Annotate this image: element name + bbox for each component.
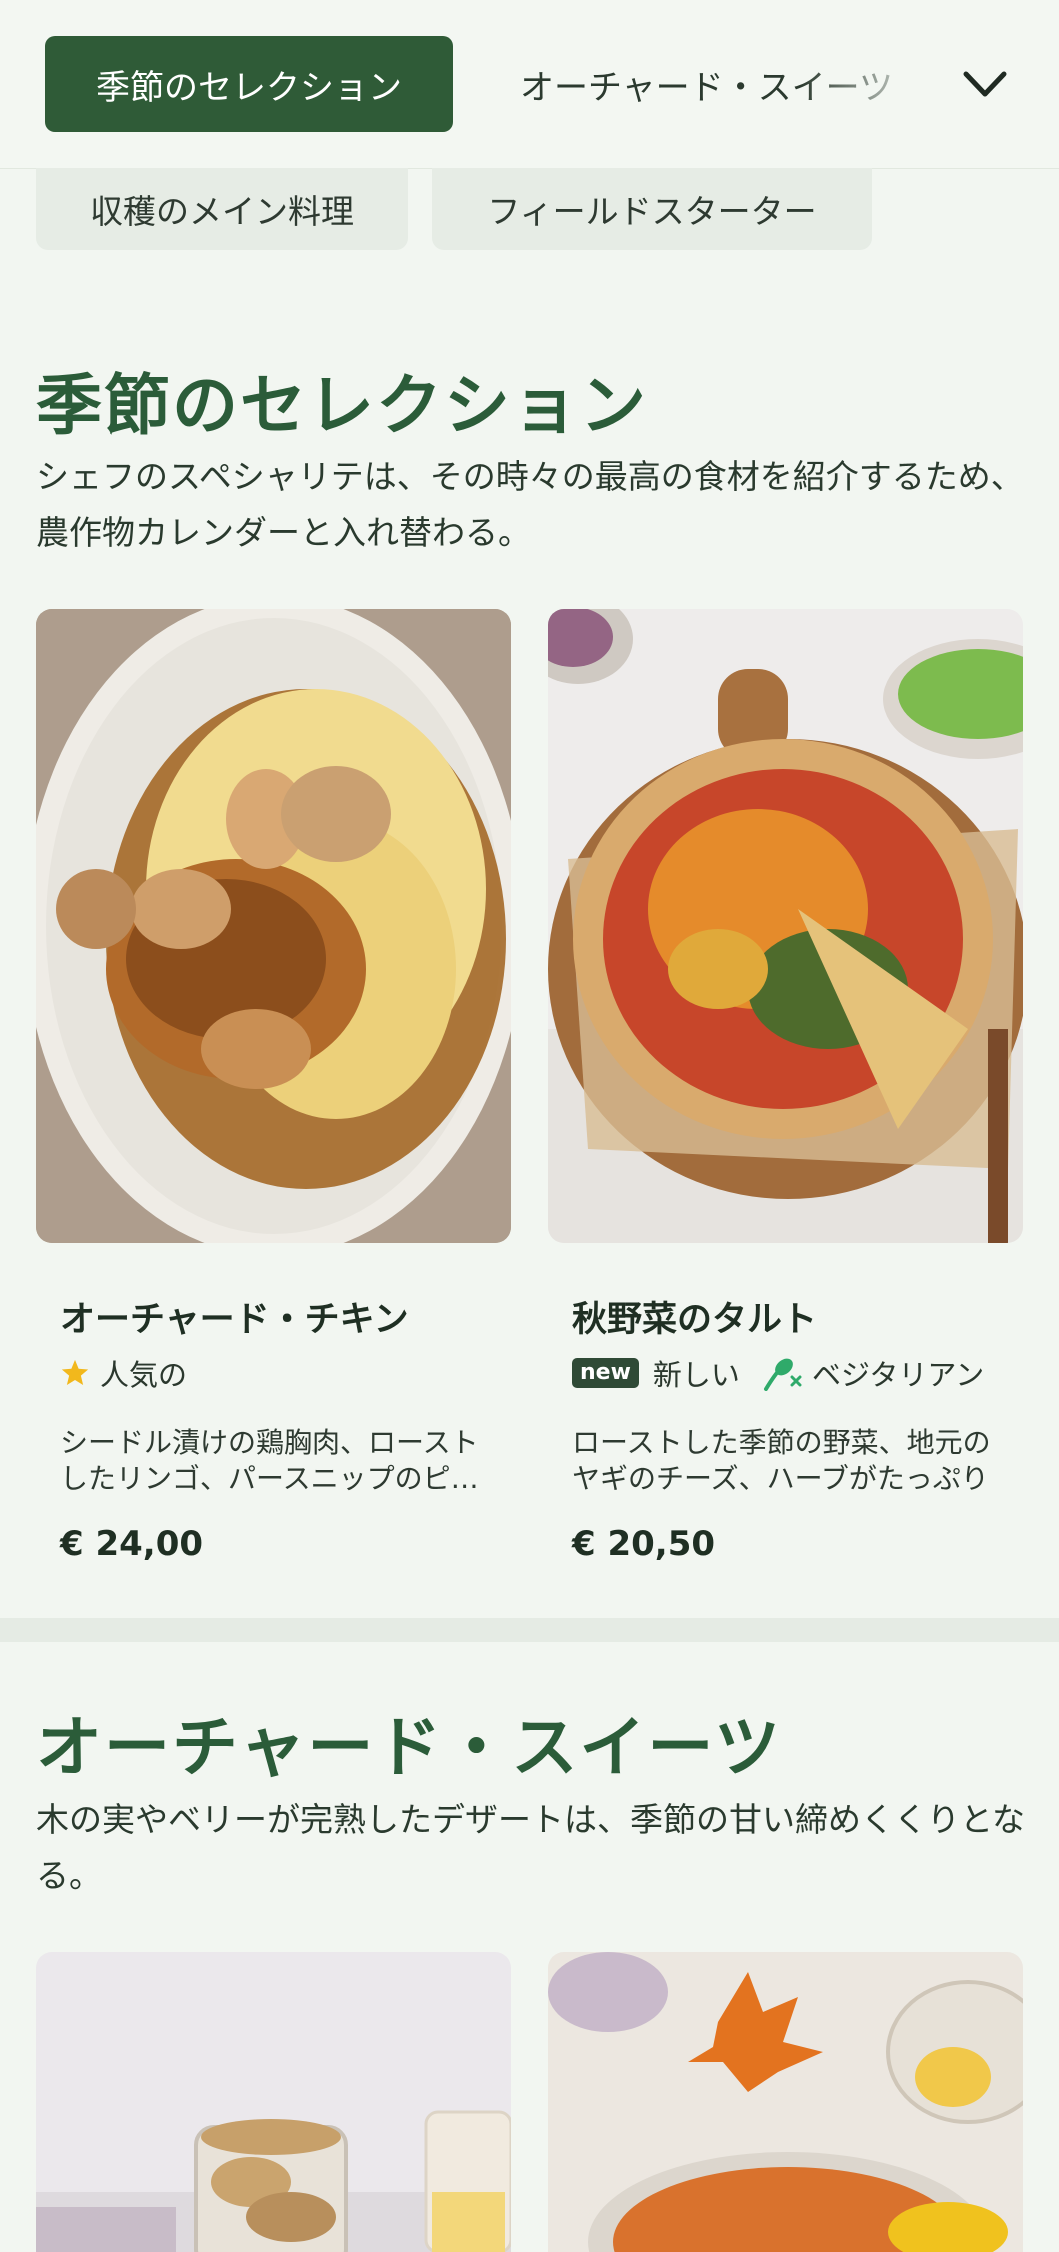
new-badge: new: [572, 1358, 639, 1388]
dish-image-autumn-tart[interactable]: [548, 609, 1023, 1243]
dish-image-orchard-chicken[interactable]: [36, 609, 511, 1243]
dish-image[interactable]: [36, 1952, 511, 2252]
tag-vegetarian: ベジタリアン: [762, 1352, 984, 1394]
tag-new: new 新しい: [572, 1352, 740, 1394]
chevron-down-icon[interactable]: [960, 62, 1010, 106]
section-title: オーチャード・スイーツ: [36, 1709, 783, 1786]
dish-name[interactable]: 秋野菜のタルト: [572, 1291, 817, 1342]
tag-label: ベジタリアン: [811, 1358, 985, 1392]
dish-description: シードル漬けの鶏胸肉、ローストしたリンゴ、パースニップのピュレ: [60, 1426, 479, 1495]
dish-tags: 人気の: [60, 1352, 209, 1394]
tag-label: 人気の: [100, 1358, 188, 1392]
category-chip[interactable]: フィールドスターター: [432, 168, 872, 250]
section-title: 季節のセレクション: [36, 367, 648, 444]
dish-tags: new 新しい ベジタリアン: [572, 1352, 1006, 1394]
tag-popular: 人気の: [60, 1352, 187, 1394]
dish-description: ローストした季節の野菜、地元のヤギのチーズ、ハーブがたっぷり: [572, 1426, 991, 1495]
section-description: シェフのスペシャリテは、その時々の最高の食材を紹介するため、農作物カレンダーと入…: [36, 457, 1024, 552]
category-tab-next[interactable]: オーチャード・スイーツ: [520, 36, 920, 132]
category-bar: 季節のセレクション オーチャード・スイーツ: [0, 0, 1059, 169]
dish-name[interactable]: オーチャード・チキン: [60, 1291, 409, 1342]
section-divider: [0, 1618, 1059, 1642]
category-tab-active[interactable]: 季節のセレクション: [45, 36, 453, 132]
dish-image[interactable]: [548, 1952, 1023, 2252]
category-chip[interactable]: 収穫のメイン料理: [36, 168, 408, 250]
star-icon: [60, 1358, 90, 1388]
section-description: 木の実やベリーが完熟したデザートは、季節の甘い締めくくりとなる。: [36, 1800, 1026, 1895]
dish-price: € 24,00: [60, 1524, 204, 1564]
dish-price: € 20,50: [572, 1524, 716, 1564]
tag-label: 新しい: [652, 1358, 740, 1392]
vegetarian-icon: [762, 1355, 802, 1391]
